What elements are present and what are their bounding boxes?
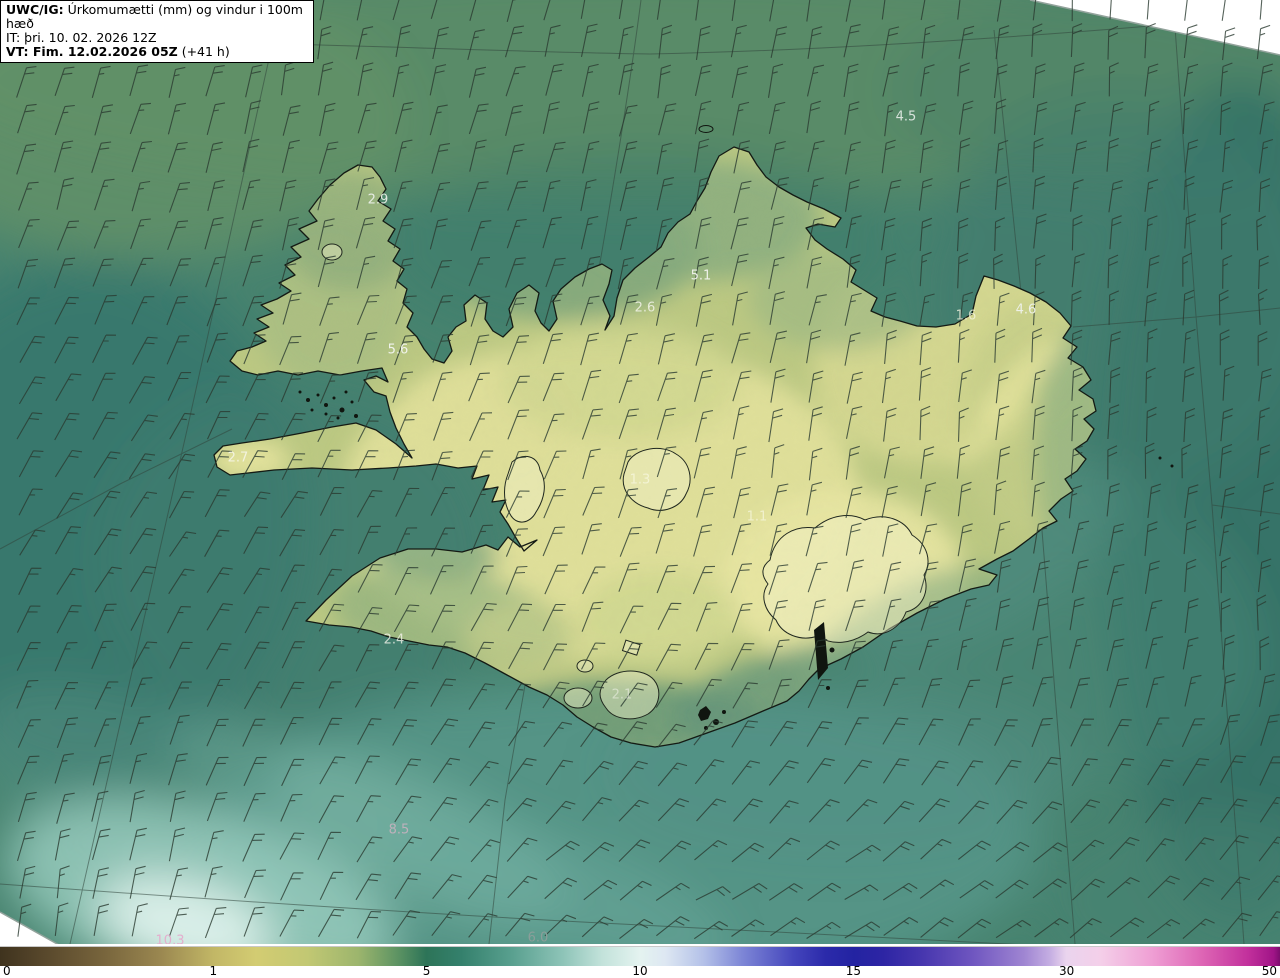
title-line: UWC/IG: Úrkomumætti (mm) og vindur i 100… bbox=[6, 3, 308, 31]
colorbar-tick: 15 bbox=[845, 964, 862, 978]
colorbar-ticks: 0 1 5 10 15 30 50 bbox=[0, 964, 1280, 978]
colorbar-tick: 5 bbox=[422, 964, 431, 978]
colorbar-tick: 50 bbox=[1261, 964, 1277, 978]
colorbar-tick: 10 bbox=[632, 964, 648, 978]
colorbar-gradient bbox=[0, 946, 1280, 966]
weather-map: 2.9 4.5 5.1 2.6 1.6 4.6 5.6 2.7 1.3 1.1 2.4 2.1 8.5 1… bbox=[0, 0, 1280, 978]
init-time: IT: þri. 10. 02. 2026 12Z bbox=[6, 30, 157, 45]
colorbar-tick: 1 bbox=[209, 964, 218, 978]
colorbar-tick: 0 bbox=[3, 964, 11, 978]
valid-time: VT: Fim. 12.02.2026 05Z (+41 h) bbox=[6, 44, 230, 59]
colorbar-tick: 30 bbox=[1058, 964, 1075, 978]
model-name: UWC/IG: bbox=[6, 2, 64, 17]
wind-barbs-layer bbox=[16, 0, 1280, 940]
wind-barbs bbox=[16, 0, 1280, 940]
title-box: UWC/IG: Úrkomumætti (mm) og vindur i 100… bbox=[0, 0, 314, 63]
colorbar: 0 1 5 10 15 30 50 bbox=[0, 944, 1280, 978]
